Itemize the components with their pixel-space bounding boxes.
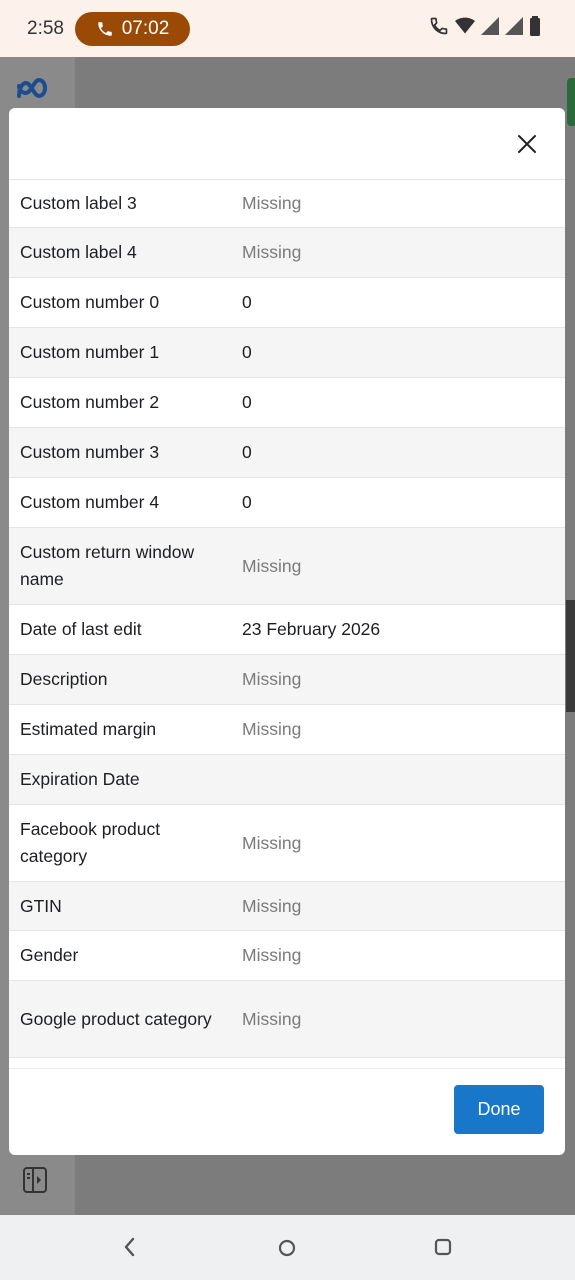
- detail-label: Estimated margin: [20, 719, 157, 739]
- detail-row: Date of last edit 23 February 2026: [9, 605, 565, 655]
- recent-apps-icon: [434, 1238, 452, 1256]
- back-button[interactable]: [120, 1236, 140, 1263]
- detail-label: Custom number 4: [20, 492, 160, 512]
- detail-value: 0: [242, 442, 252, 462]
- detail-value: Missing: [242, 719, 302, 739]
- status-icons: [429, 16, 541, 36]
- detail-label: GTIN: [20, 895, 62, 916]
- detail-row: Custom number 0 0: [9, 278, 565, 328]
- modal-header: [9, 108, 565, 180]
- detail-label: Facebook product category: [20, 819, 161, 866]
- detail-value: Missing: [242, 1008, 302, 1029]
- background-dark-strip: [566, 600, 575, 712]
- detail-value: Missing: [242, 555, 302, 576]
- wifi-icon: [455, 17, 475, 34]
- product-details-modal: Custom label 3 Missing Custom label 4 Mi…: [9, 108, 565, 1155]
- detail-row: Custom number 3 0: [9, 428, 565, 478]
- details-list: Custom label 3 Missing Custom label 4 Mi…: [9, 180, 565, 1058]
- signal-icon-2: [505, 17, 523, 35]
- detail-row: Custom number 1 0: [9, 328, 565, 378]
- detail-row: Custom return window name Missing: [9, 528, 565, 605]
- detail-value: Missing: [242, 669, 302, 689]
- detail-value: Missing: [242, 832, 302, 853]
- status-time: 2:58: [27, 18, 64, 39]
- phone-icon: [97, 22, 112, 36]
- background-green-edge: [567, 78, 575, 126]
- detail-label: Custom label 3: [20, 193, 137, 213]
- detail-label: Gender: [20, 945, 79, 965]
- wifi-calling-icon: [430, 17, 448, 35]
- footer-divider: [9, 1068, 565, 1069]
- done-button[interactable]: Done: [454, 1085, 544, 1134]
- detail-value: 0: [242, 292, 252, 312]
- detail-label: Custom number 1: [20, 342, 160, 362]
- detail-row: Description Missing: [9, 655, 565, 705]
- detail-row: Facebook product category Missing: [9, 805, 565, 882]
- detail-label: Custom number 2: [20, 392, 160, 412]
- home-icon: [278, 1239, 296, 1257]
- detail-label: Custom return window name: [20, 542, 195, 589]
- back-icon: [124, 1237, 135, 1257]
- call-timer: 07:02: [121, 18, 170, 39]
- ongoing-call-pill[interactable]: 07:02: [75, 12, 190, 46]
- status-bar: 2:58 07:02: [0, 0, 575, 57]
- home-button[interactable]: [277, 1238, 297, 1263]
- detail-label: Custom number 0: [20, 292, 160, 312]
- detail-value: Missing: [242, 945, 302, 965]
- detail-row: Google product category Missing: [9, 981, 565, 1058]
- recent-apps-button[interactable]: [434, 1238, 452, 1261]
- detail-row: Custom label 4 Missing: [9, 228, 565, 278]
- detail-row: GTIN Missing: [9, 882, 565, 931]
- signal-icon: [481, 17, 499, 35]
- detail-row: Custom label 3 Missing: [9, 180, 565, 228]
- detail-row: Gender Missing: [9, 931, 565, 981]
- close-button[interactable]: [515, 132, 539, 156]
- detail-label: Description: [20, 669, 108, 689]
- detail-value: Missing: [242, 242, 302, 262]
- battery-icon: [530, 16, 540, 36]
- detail-row: Custom number 4 0: [9, 478, 565, 528]
- detail-value: 23 February 2026: [242, 619, 381, 639]
- detail-value: 0: [242, 342, 252, 362]
- detail-label: Expiration Date: [20, 769, 140, 789]
- close-icon: [518, 135, 536, 153]
- detail-label: Google product category: [20, 1008, 212, 1029]
- detail-label: Custom label 4: [20, 242, 137, 262]
- detail-row: Expiration Date: [9, 755, 565, 805]
- detail-label: Custom number 3: [20, 442, 160, 462]
- detail-row: Estimated margin Missing: [9, 705, 565, 755]
- detail-value: Missing: [242, 193, 302, 213]
- detail-row: Custom number 2 0: [9, 378, 565, 428]
- detail-label: Date of last edit: [20, 619, 142, 639]
- detail-value: 0: [242, 492, 252, 512]
- detail-value: 0: [242, 392, 252, 412]
- sidebar-toggle-icon[interactable]: [22, 1166, 48, 1199]
- meta-logo-icon: [14, 76, 56, 109]
- detail-value: Missing: [242, 895, 302, 916]
